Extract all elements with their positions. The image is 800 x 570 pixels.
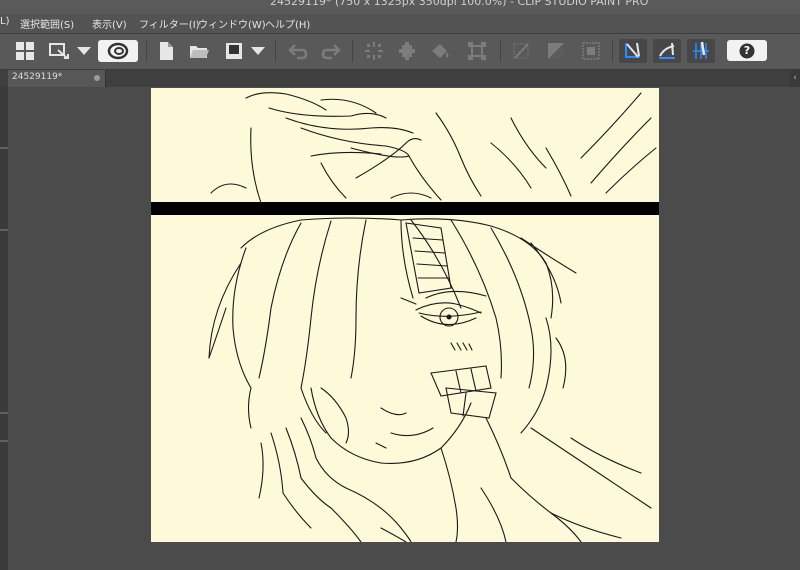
black-line-bar <box>151 202 659 215</box>
undo-icon[interactable] <box>285 39 311 63</box>
document-tab-label: 24529119* <box>12 72 63 82</box>
clear-selection-icon[interactable] <box>361 39 387 63</box>
menu-selection[interactable]: 選択範囲(S) <box>20 16 74 31</box>
menu-bar: L) 選択範囲(S) 表示(V) フィルター(I) ウィンドウ(W) ヘルプ(H… <box>0 14 800 34</box>
line-art-sketch <box>208 92 657 543</box>
snap-ruler-icon[interactable] <box>619 39 647 63</box>
panel-divider <box>0 229 8 231</box>
snap-grid-icon[interactable] <box>687 39 715 63</box>
document-tab[interactable]: 24529119* <box>8 70 106 87</box>
save-icon[interactable] <box>221 39 247 63</box>
transform-icon[interactable] <box>394 39 420 63</box>
fill-icon[interactable] <box>427 39 453 63</box>
left-panel-strip <box>0 87 8 570</box>
window-titlebar: 24529119* (750 x 1325px 350dpi 100.0%) -… <box>0 0 800 14</box>
command-bar: ? <box>0 34 800 70</box>
menu-layer[interactable]: L) <box>0 16 9 27</box>
new-file-icon[interactable] <box>153 39 179 63</box>
tab-scroll-icon[interactable]: ‹ <box>790 70 800 87</box>
panel-divider <box>0 412 8 414</box>
invert-selection-icon[interactable] <box>543 39 569 63</box>
redo-icon[interactable] <box>318 39 344 63</box>
dropdown-arrow-icon[interactable] <box>248 39 268 63</box>
toolbar-separator <box>352 40 353 62</box>
menu-filter[interactable]: フィルター(I) <box>139 16 200 31</box>
dropdown-arrow-icon[interactable] <box>74 39 94 63</box>
panel-divider <box>0 147 8 149</box>
menu-view[interactable]: 表示(V) <box>92 16 127 31</box>
snap-special-ruler-icon[interactable] <box>653 39 681 63</box>
help-button-label: ? <box>743 44 751 57</box>
display-window-icon[interactable] <box>46 39 72 63</box>
toolbar-separator <box>500 40 501 62</box>
toolbar-separator <box>612 40 613 62</box>
clip-studio-logo-icon[interactable] <box>98 40 138 62</box>
close-tab-icon[interactable] <box>94 75 100 81</box>
scale-icon[interactable] <box>464 39 490 63</box>
toolbar-separator <box>275 40 276 62</box>
drawing-canvas[interactable] <box>151 88 659 543</box>
help-button[interactable]: ? <box>727 40 767 61</box>
document-tab-bar: 24529119* <box>0 70 800 87</box>
menu-help[interactable]: ヘルプ(H) <box>265 16 310 31</box>
grid-layout-icon[interactable] <box>12 39 38 63</box>
delete-selection-icon[interactable] <box>508 39 534 63</box>
panel-divider <box>0 440 8 442</box>
toolbar-separator <box>146 40 147 62</box>
window-title: 24529119* (750 x 1325px 350dpi 100.0%) -… <box>270 0 649 8</box>
menu-window[interactable]: ウィンドウ(W) <box>198 16 266 31</box>
select-all-icon[interactable] <box>578 39 604 63</box>
open-folder-icon[interactable] <box>186 39 212 63</box>
